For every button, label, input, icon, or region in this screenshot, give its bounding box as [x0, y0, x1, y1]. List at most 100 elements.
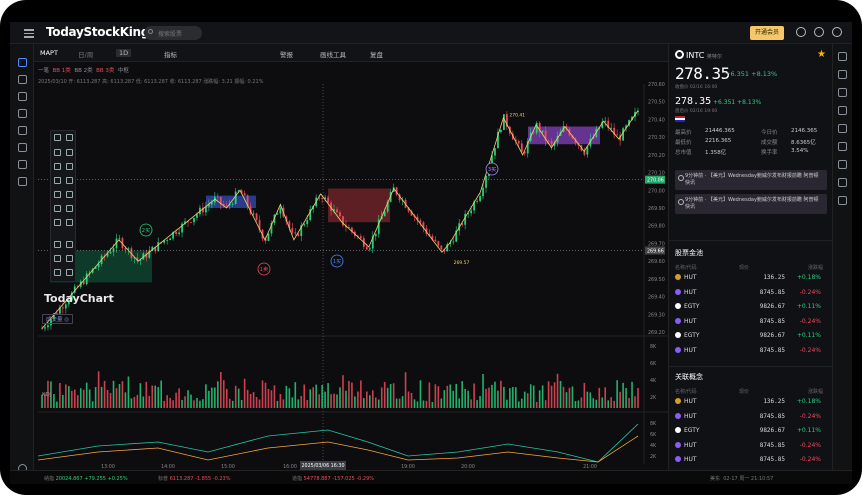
volume-bar — [217, 381, 219, 408]
candlestick-chart[interactable]: 2买 1卖 1买 3买 270.41 269.57 270.60 270.50 270.40 27… — [38, 64, 668, 470]
candle-body — [178, 232, 180, 234]
signal-label: 1卖 — [260, 267, 268, 273]
video-icon[interactable] — [838, 124, 847, 133]
price-tick: 270.50 — [648, 100, 665, 106]
volume-bar — [285, 385, 288, 408]
bell-icon[interactable] — [838, 142, 847, 151]
chart-line-icon[interactable] — [838, 178, 847, 187]
volume-bar — [580, 397, 583, 408]
stock-row[interactable]: HUT 8745.85 -0.24% — [675, 316, 827, 328]
news-item[interactable]: 9分钟前 · 【美元】Wednesday鲍威尔发布财报前瞻 阿普顿快讯 — [675, 170, 827, 190]
alert-button[interactable]: 警报 — [280, 49, 293, 59]
volume-bar — [482, 373, 484, 408]
candle-body — [482, 187, 484, 197]
stat-value: 21446.365 — [705, 128, 735, 134]
extended-line-icon[interactable] — [66, 177, 73, 184]
candle-body — [532, 132, 535, 134]
stock-row[interactable]: EGTY 9826.67 +0.11% — [675, 330, 827, 342]
cursor-tool-icon[interactable] — [54, 134, 61, 141]
symbol-selector[interactable]: MAPT — [40, 49, 58, 57]
search-input[interactable]: 搜索股票 — [144, 26, 202, 40]
volume-bar — [428, 382, 431, 408]
home-icon[interactable] — [18, 58, 27, 67]
volume-bar — [449, 384, 452, 408]
trash-icon[interactable] — [66, 255, 73, 262]
clock-icon[interactable] — [66, 269, 73, 276]
volume-bar — [321, 384, 323, 408]
channel-tool-icon[interactable] — [54, 191, 61, 198]
stock-row[interactable]: HUT 8745.85 -0.24% — [675, 440, 827, 452]
index-sp500[interactable]: 标普 6113.287 -1.855 -0.23% — [158, 475, 230, 482]
chart-icon[interactable] — [18, 75, 27, 84]
stock-row[interactable]: HUT 136.25 +0.18% — [675, 396, 827, 408]
candle-body — [61, 307, 64, 309]
candle-body — [85, 273, 88, 285]
kdj-tick: 4K — [650, 443, 657, 449]
compass-icon[interactable] — [838, 88, 847, 97]
volume-indicator-tag[interactable]: 成交量 ◎ — [42, 314, 74, 324]
volume-bar — [297, 399, 300, 408]
marker-tool-icon[interactable] — [66, 219, 73, 226]
stock-row[interactable]: HUT 8745.85 -0.24% — [675, 411, 827, 423]
calendar-icon[interactable] — [18, 126, 27, 135]
edit-icon[interactable] — [54, 269, 61, 276]
news-icon[interactable] — [838, 106, 847, 115]
globe-icon[interactable] — [832, 27, 842, 37]
layout-icon[interactable] — [838, 52, 847, 61]
calendar-icon[interactable] — [838, 160, 847, 169]
line-tool-icon[interactable] — [54, 177, 61, 184]
review-button[interactable]: 复盘 — [370, 49, 383, 59]
volume-bar — [404, 372, 407, 408]
brush-tool-icon[interactable] — [54, 219, 61, 226]
stock-row[interactable]: HUT 8745.85 -0.24% — [675, 345, 827, 357]
stock-row[interactable]: EGTY 9826.67 +0.11% — [675, 425, 827, 437]
favorite-star-icon[interactable]: ★ — [817, 49, 826, 60]
shirt-icon[interactable] — [814, 27, 824, 37]
hline-tool-icon[interactable] — [66, 191, 73, 198]
volume-bar — [65, 384, 67, 408]
ray-tool-icon[interactable] — [66, 149, 73, 156]
volume-bar — [550, 385, 553, 408]
pool-title[interactable]: 股票金池 — [675, 248, 703, 258]
headset-icon[interactable] — [796, 27, 806, 37]
vline-tool-icon[interactable] — [66, 205, 73, 212]
segment-tool-icon[interactable] — [54, 163, 61, 170]
eye-icon[interactable] — [54, 241, 61, 248]
vip-button[interactable]: 开通会员 — [749, 26, 784, 40]
stock-row[interactable]: EGTY 9826.67 +0.11% — [675, 301, 827, 313]
draw-tools-button[interactable]: 画线工具 — [320, 49, 346, 59]
period-selector[interactable]: 日/周 — [78, 49, 93, 59]
top-bar: TodayStockKing 搜索股票 开通会员 — [10, 22, 852, 44]
globe-icon[interactable] — [838, 196, 847, 205]
stock-row[interactable]: HUT 136.25 +0.18% — [675, 272, 827, 284]
k-icon[interactable] — [18, 177, 27, 186]
pen-tool-icon[interactable] — [66, 163, 73, 170]
stock-row[interactable]: HUT 8745.85 -0.24% — [675, 454, 827, 466]
message-icon[interactable] — [18, 160, 27, 169]
index-dow[interactable]: 道指 54778.887 -157.025 -0.29% — [292, 475, 374, 482]
clock-icon[interactable] — [838, 70, 847, 79]
stock-row[interactable]: HUT 8745.85 -0.24% — [675, 287, 827, 299]
volume-bar — [458, 398, 460, 408]
trendline-tool-icon[interactable] — [54, 149, 61, 156]
symbol-code: INTC — [686, 51, 705, 60]
volume-bar — [187, 390, 189, 408]
index-nasdaq[interactable]: 纳指 20024.867 +79.255 +0.25% — [44, 475, 128, 482]
arrow-tool-icon[interactable] — [54, 205, 61, 212]
interval-selector[interactable]: 1D — [116, 49, 132, 57]
symbol-name: 英特尔 — [706, 54, 722, 60]
dollar-icon[interactable] — [18, 92, 27, 101]
trend-icon[interactable] — [18, 109, 27, 118]
candle-body — [494, 148, 496, 156]
lock-icon[interactable] — [66, 241, 73, 248]
concept-title[interactable]: 关联概念 — [675, 372, 703, 382]
close-tools-icon[interactable] — [66, 134, 73, 141]
news-item[interactable]: 9分钟前 · 【美元】Wednesday鲍威尔发布财报前瞻 阿普顿快讯 — [675, 194, 827, 214]
stock-code: HUT — [684, 398, 697, 405]
copy-icon[interactable] — [54, 255, 61, 262]
indicators-button[interactable]: 指标 — [164, 49, 177, 59]
kdj-indicator-tag[interactable]: KDJ — [42, 392, 51, 398]
stat-label: 最低价 — [675, 140, 692, 146]
list-icon[interactable] — [18, 143, 27, 152]
menu-icon[interactable] — [24, 27, 34, 38]
